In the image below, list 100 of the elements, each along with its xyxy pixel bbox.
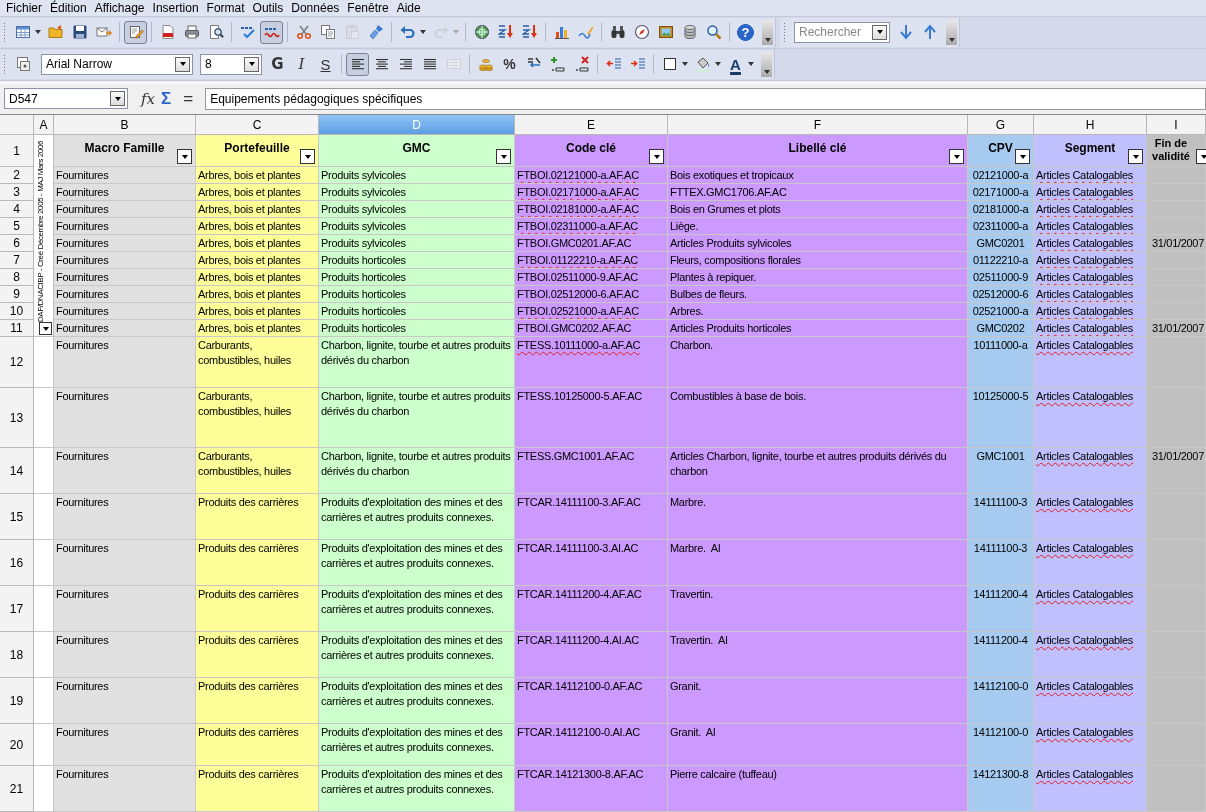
column-title: Macro Famille [84, 141, 165, 155]
row-header[interactable]: 9 [0, 286, 34, 303]
table-cell: Articles Catalogables [1034, 540, 1147, 586]
filter-dropdown-button[interactable] [496, 149, 511, 164]
filter-dropdown-button[interactable] [39, 322, 52, 335]
table-cell: Articles Catalogables [1034, 494, 1147, 540]
table-cell: Granit. AI [668, 724, 968, 766]
row-header[interactable]: 17 [0, 586, 34, 632]
row-header[interactable]: 4 [0, 201, 34, 218]
column-header[interactable]: G [968, 115, 1034, 135]
toolbar-overflow-icon[interactable] [946, 19, 957, 45]
grip-icon[interactable] [3, 54, 6, 75]
table-cell: FTCAR.14111200-4.AI.AC [515, 632, 668, 678]
row-header[interactable]: 3 [0, 184, 34, 201]
table-cell: Produits d'exploitation des mines et des carrières et autres produits connexes. [319, 724, 515, 766]
table-cell: Articles Catalogables [1034, 766, 1147, 812]
table-cell: Fournitures [54, 586, 196, 632]
menu-item[interactable]: Fichier [2, 0, 46, 15]
row-header[interactable]: 20 [0, 724, 34, 766]
row-header[interactable]: 14 [0, 448, 34, 494]
dropdown-button[interactable] [110, 91, 125, 107]
row-header[interactable]: 11 [0, 320, 34, 337]
underline-button[interactable]: S [314, 52, 337, 76]
row-header[interactable]: 12 [0, 337, 34, 388]
function-wizard-button[interactable]: fx [141, 89, 155, 108]
table-cell: Fournitures [54, 235, 196, 252]
table-cell: Travertin. AI [668, 632, 968, 678]
menu-item[interactable]: Affichage [90, 0, 149, 15]
row-header[interactable]: 16 [0, 540, 34, 586]
menu-item[interactable]: Aide [392, 0, 425, 15]
table-cell: Fournitures [54, 388, 196, 448]
row-header[interactable]: 19 [0, 678, 34, 724]
filter-dropdown-button[interactable] [1015, 149, 1030, 164]
menu-item[interactable]: Format [202, 0, 249, 15]
menu-item[interactable]: Données [287, 0, 344, 15]
formula-input[interactable]: Equipements pédagogiques spécifiques [205, 87, 1206, 110]
menu-item[interactable]: Fenêtre [343, 0, 393, 15]
align-left-icon[interactable] [346, 52, 369, 76]
row-header[interactable]: 18 [0, 632, 34, 678]
table-cell: Carburants, combustibles, huiles [196, 388, 319, 448]
column-header[interactable]: E [515, 115, 668, 135]
row-header[interactable]: 15 [0, 494, 34, 540]
filter-dropdown-button[interactable] [649, 149, 664, 164]
column-header[interactable]: I [1147, 115, 1206, 135]
row-header[interactable]: 5 [0, 218, 34, 235]
formula-button[interactable]: = [183, 88, 194, 109]
row-header[interactable]: 13 [0, 388, 34, 448]
table-cell: Arbres. [668, 303, 968, 320]
filter-dropdown-button[interactable] [1128, 149, 1143, 164]
pencil-document-icon[interactable] [124, 20, 147, 44]
percent-button[interactable]: % [498, 52, 521, 76]
column-header[interactable]: B [54, 115, 196, 135]
table-cell: FTBOI.02311000-a.AF.AC [515, 218, 668, 235]
filter-dropdown-button[interactable] [300, 149, 315, 164]
row-header[interactable]: 8 [0, 269, 34, 286]
column-header[interactable]: H [1034, 115, 1147, 135]
toolbar-overflow-icon[interactable] [762, 19, 773, 45]
name-box[interactable]: D547 [4, 88, 128, 110]
row-header[interactable]: 10 [0, 303, 34, 320]
table-cell: Produits sylvicoles [319, 218, 515, 235]
table-cell: 01122210-a [968, 252, 1034, 269]
row-header[interactable]: 21 [0, 766, 34, 812]
grip-icon[interactable] [3, 22, 6, 43]
toolbar-overflow-icon[interactable] [761, 51, 772, 77]
table-cell: GMC1001 [968, 448, 1034, 494]
font-color-button[interactable]: A [724, 52, 747, 76]
sum-button[interactable]: Σ [161, 88, 172, 109]
column-header[interactable]: C [196, 115, 319, 135]
menu-item[interactable]: Outils [248, 0, 288, 15]
table-cell: Liège. [668, 218, 968, 235]
italic-button[interactable]: I [290, 52, 313, 76]
row-header[interactable]: 7 [0, 252, 34, 269]
table-cell: Fournitures [54, 494, 196, 540]
row-header[interactable]: 1 [0, 135, 34, 167]
table-cell: FTCAR.14111100-3.AI.AC [515, 540, 668, 586]
grip-icon[interactable] [783, 22, 786, 43]
menu-item[interactable]: Édition [46, 0, 91, 15]
table-cell: Produits horticoles [319, 303, 515, 320]
table-cell: Produits sylvicoles [319, 167, 515, 184]
table-cell: Travertin. [668, 586, 968, 632]
filter-dropdown-button[interactable] [949, 149, 964, 164]
column-header[interactable]: A [34, 115, 54, 135]
table-cell: Fournitures [54, 724, 196, 766]
row-header[interactable]: 2 [0, 167, 34, 184]
table-cell [1147, 388, 1206, 448]
font-name-field[interactable]: Arial Narrow [41, 53, 193, 75]
menu-item[interactable]: Insertion [148, 0, 203, 15]
table-cell: Charbon. [668, 337, 968, 388]
row-header[interactable]: 6 [0, 235, 34, 252]
column-header[interactable]: F [668, 115, 968, 135]
table-cell [34, 494, 54, 540]
table-cell: Fournitures [54, 678, 196, 724]
table-cell: 02171000-a [968, 184, 1034, 201]
table-cell [34, 678, 54, 724]
filter-dropdown-button[interactable] [177, 149, 192, 164]
table-cell: Fournitures [54, 632, 196, 678]
wavy-underline-icon[interactable] [260, 20, 283, 44]
bold-button[interactable]: G [266, 52, 289, 76]
table-cell [1147, 286, 1206, 303]
table-cell: Arbres, bois et plantes [196, 201, 319, 218]
